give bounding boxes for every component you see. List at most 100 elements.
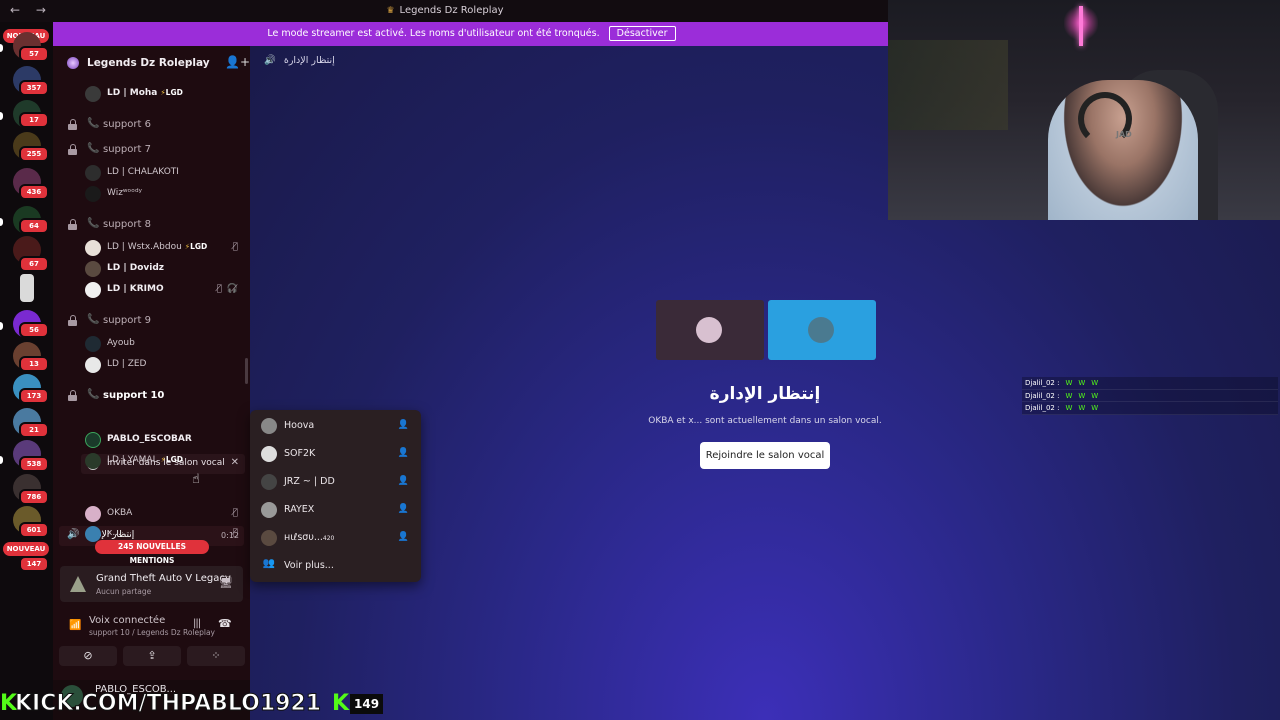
- member-tag: ⚡LGD: [160, 88, 183, 97]
- join-voice-button[interactable]: Rejoindre le salon vocal: [700, 442, 830, 469]
- invite-user-icon[interactable]: 👤: [398, 532, 409, 542]
- chair-brand: JAD: [1116, 130, 1132, 139]
- candidate-suffix: 420: [322, 535, 335, 542]
- mouse-cursor-icon: ☝: [192, 472, 200, 487]
- member-name: LD | Moha: [107, 88, 158, 98]
- channel-support-9[interactable]: 📞 support 9: [53, 312, 250, 332]
- server-header[interactable]: Legends Dz Roleplay ⌵ 👤+: [53, 46, 250, 80]
- voice-member[interactable]: Ayoub: [53, 334, 250, 354]
- streamer-mode-banner: Le mode streamer est activé. Les noms d'…: [53, 22, 890, 46]
- voice-member[interactable]: LD | Moha ⚡LGD: [53, 84, 250, 104]
- muted-icon: 🎙̸: [232, 508, 238, 518]
- voice-connected-title: Voix connectée: [89, 615, 166, 626]
- server-rail: NOUVEAU 57 357 17 255 436 64 67 56 13 17…: [0, 22, 53, 720]
- camera-off-button[interactable]: ⊘: [59, 646, 117, 666]
- activity-panel: Grand Theft Auto V Legacy Aucun partage …: [60, 566, 243, 602]
- voice-member[interactable]: LD | Wstx.Abdou ⚡LGD 🎙̸: [53, 238, 250, 258]
- mention-count: 357: [19, 80, 49, 96]
- channel-support-8[interactable]: 📞 support 8: [53, 216, 250, 236]
- member-name: LD | CHALAKOTI: [107, 167, 179, 177]
- avatar: [85, 261, 101, 277]
- member-name: Ayoub: [107, 338, 135, 348]
- channel-name: support 6: [103, 119, 151, 130]
- voice-member[interactable]: PABLO_ESCOBAR: [53, 430, 250, 450]
- avatar: [261, 530, 277, 546]
- channel-support-10[interactable]: 📞 support 10: [53, 387, 250, 407]
- kick-logo-icon: K: [332, 691, 350, 716]
- lock-icon: [68, 144, 77, 155]
- avatar: [85, 357, 101, 373]
- chat-message: Djalil_02 :WWW: [1022, 402, 1278, 415]
- avatar: [85, 282, 101, 298]
- avatar: [261, 418, 277, 434]
- avatar: [261, 502, 277, 518]
- avatar: [808, 317, 834, 343]
- people-icon: 👥: [262, 558, 276, 569]
- invite-candidate[interactable]: RAYEX 👤: [250, 496, 421, 524]
- voice-member[interactable]: LD | ZED: [53, 355, 250, 375]
- participant-tile[interactable]: [768, 300, 876, 360]
- avatar: [85, 432, 101, 448]
- candidate-name: нιℓѕσυ...: [284, 532, 323, 543]
- screen-share-icon[interactable]: 🖥: [219, 576, 233, 589]
- candidate-name: Hoova: [284, 420, 315, 431]
- voice-member[interactable]: OKBA 🎙̸: [53, 504, 250, 524]
- mention-count: 64: [19, 218, 49, 234]
- member-name: Wizʷᵒᵒᵈʸ: [107, 188, 143, 198]
- channel-support-7[interactable]: 📞 support 7: [53, 141, 250, 161]
- channel-header: 🔊 إنتظار الإدارة: [264, 55, 335, 66]
- neon-sign: [1079, 6, 1083, 46]
- member-name: PABLO_ESCOBAR: [107, 434, 192, 444]
- unread-pill: [0, 322, 3, 330]
- speaker-icon: 🔊: [264, 55, 276, 66]
- member-tag: ⚡LGD: [160, 455, 184, 464]
- lock-icon: [68, 119, 77, 130]
- avatar: [85, 453, 101, 469]
- invite-candidate[interactable]: Hoova 👤: [250, 412, 421, 440]
- disconnect-icon[interactable]: ☎: [218, 617, 232, 630]
- lock-icon: [68, 390, 77, 401]
- window-title: ♛ Legends Dz Roleplay: [386, 5, 504, 16]
- mention-count: 21: [19, 422, 49, 438]
- invite-candidate[interactable]: нιℓѕσυ...420 👤: [250, 524, 421, 552]
- chevron-down-icon[interactable]: ⌵: [185, 56, 192, 66]
- voice-member[interactable]: Wizʷᵒᵒᵈʸ: [53, 184, 250, 204]
- sidebar-scrollbar[interactable]: [245, 358, 248, 384]
- voice-member[interactable]: LD | CHALAKOTI: [53, 163, 250, 183]
- member-name: LD | YAMAL: [107, 455, 158, 465]
- share-screen-button[interactable]: ⇪: [123, 646, 181, 666]
- muted-icon: 🎙̸: [216, 284, 222, 294]
- voice-channel-path[interactable]: support 10 / Legends Dz Roleplay: [89, 628, 215, 637]
- chat-message: Djalil_02 :WWW: [1022, 377, 1278, 390]
- channel-support-6[interactable]: 📞 support 6: [53, 116, 250, 136]
- invite-user-icon[interactable]: 👤: [398, 420, 409, 430]
- channel-name: support 8: [103, 219, 151, 230]
- candidate-name: SOF2K: [284, 448, 316, 459]
- member-name: LD | Wstx.Abdou: [107, 242, 182, 252]
- participant-tile[interactable]: [656, 300, 764, 360]
- invite-people-icon[interactable]: 👤+: [225, 55, 250, 69]
- avatar: [85, 186, 101, 202]
- avatar: [85, 336, 101, 352]
- voice-member[interactable]: LD | Dovidz: [53, 259, 250, 279]
- invite-candidate[interactable]: JRZ ~ | DD 👤: [250, 468, 421, 496]
- signal-icon[interactable]: 📶: [69, 620, 81, 631]
- title-bar: ← → ♛ Legends Dz Roleplay: [0, 0, 890, 22]
- activities-button[interactable]: ⁘: [187, 646, 245, 666]
- see-more-item[interactable]: 👥 Voir plus...: [250, 552, 421, 580]
- lock-icon: [68, 315, 77, 326]
- channel-sidebar: Legends Dz Roleplay ⌵ 👤+ LD | Moha ⚡LGD 📞…: [53, 46, 250, 720]
- candidate-name: RAYEX: [284, 504, 315, 515]
- voice-member[interactable]: LD | YAMAL ⚡LGD: [53, 451, 250, 471]
- disable-streamer-button[interactable]: Désactiver: [608, 26, 676, 41]
- server-icon[interactable]: [20, 274, 34, 302]
- voice-status-panel: 📶 Voix connectée support 10 / Legends Dz…: [53, 606, 250, 676]
- voice-member[interactable]: LD | KRIMO 🎙̸ 🎧̸: [53, 280, 250, 300]
- invite-user-icon[interactable]: 👤: [398, 448, 409, 458]
- mention-count: 255: [19, 146, 49, 162]
- invite-user-icon[interactable]: 👤: [398, 504, 409, 514]
- new-mentions-pill[interactable]: 245 NOUVELLES MENTIONS: [95, 540, 209, 565]
- invite-candidate[interactable]: SOF2K 👤: [250, 440, 421, 468]
- noise-suppression-icon[interactable]: |||: [193, 618, 201, 629]
- invite-user-icon[interactable]: 👤: [398, 476, 409, 486]
